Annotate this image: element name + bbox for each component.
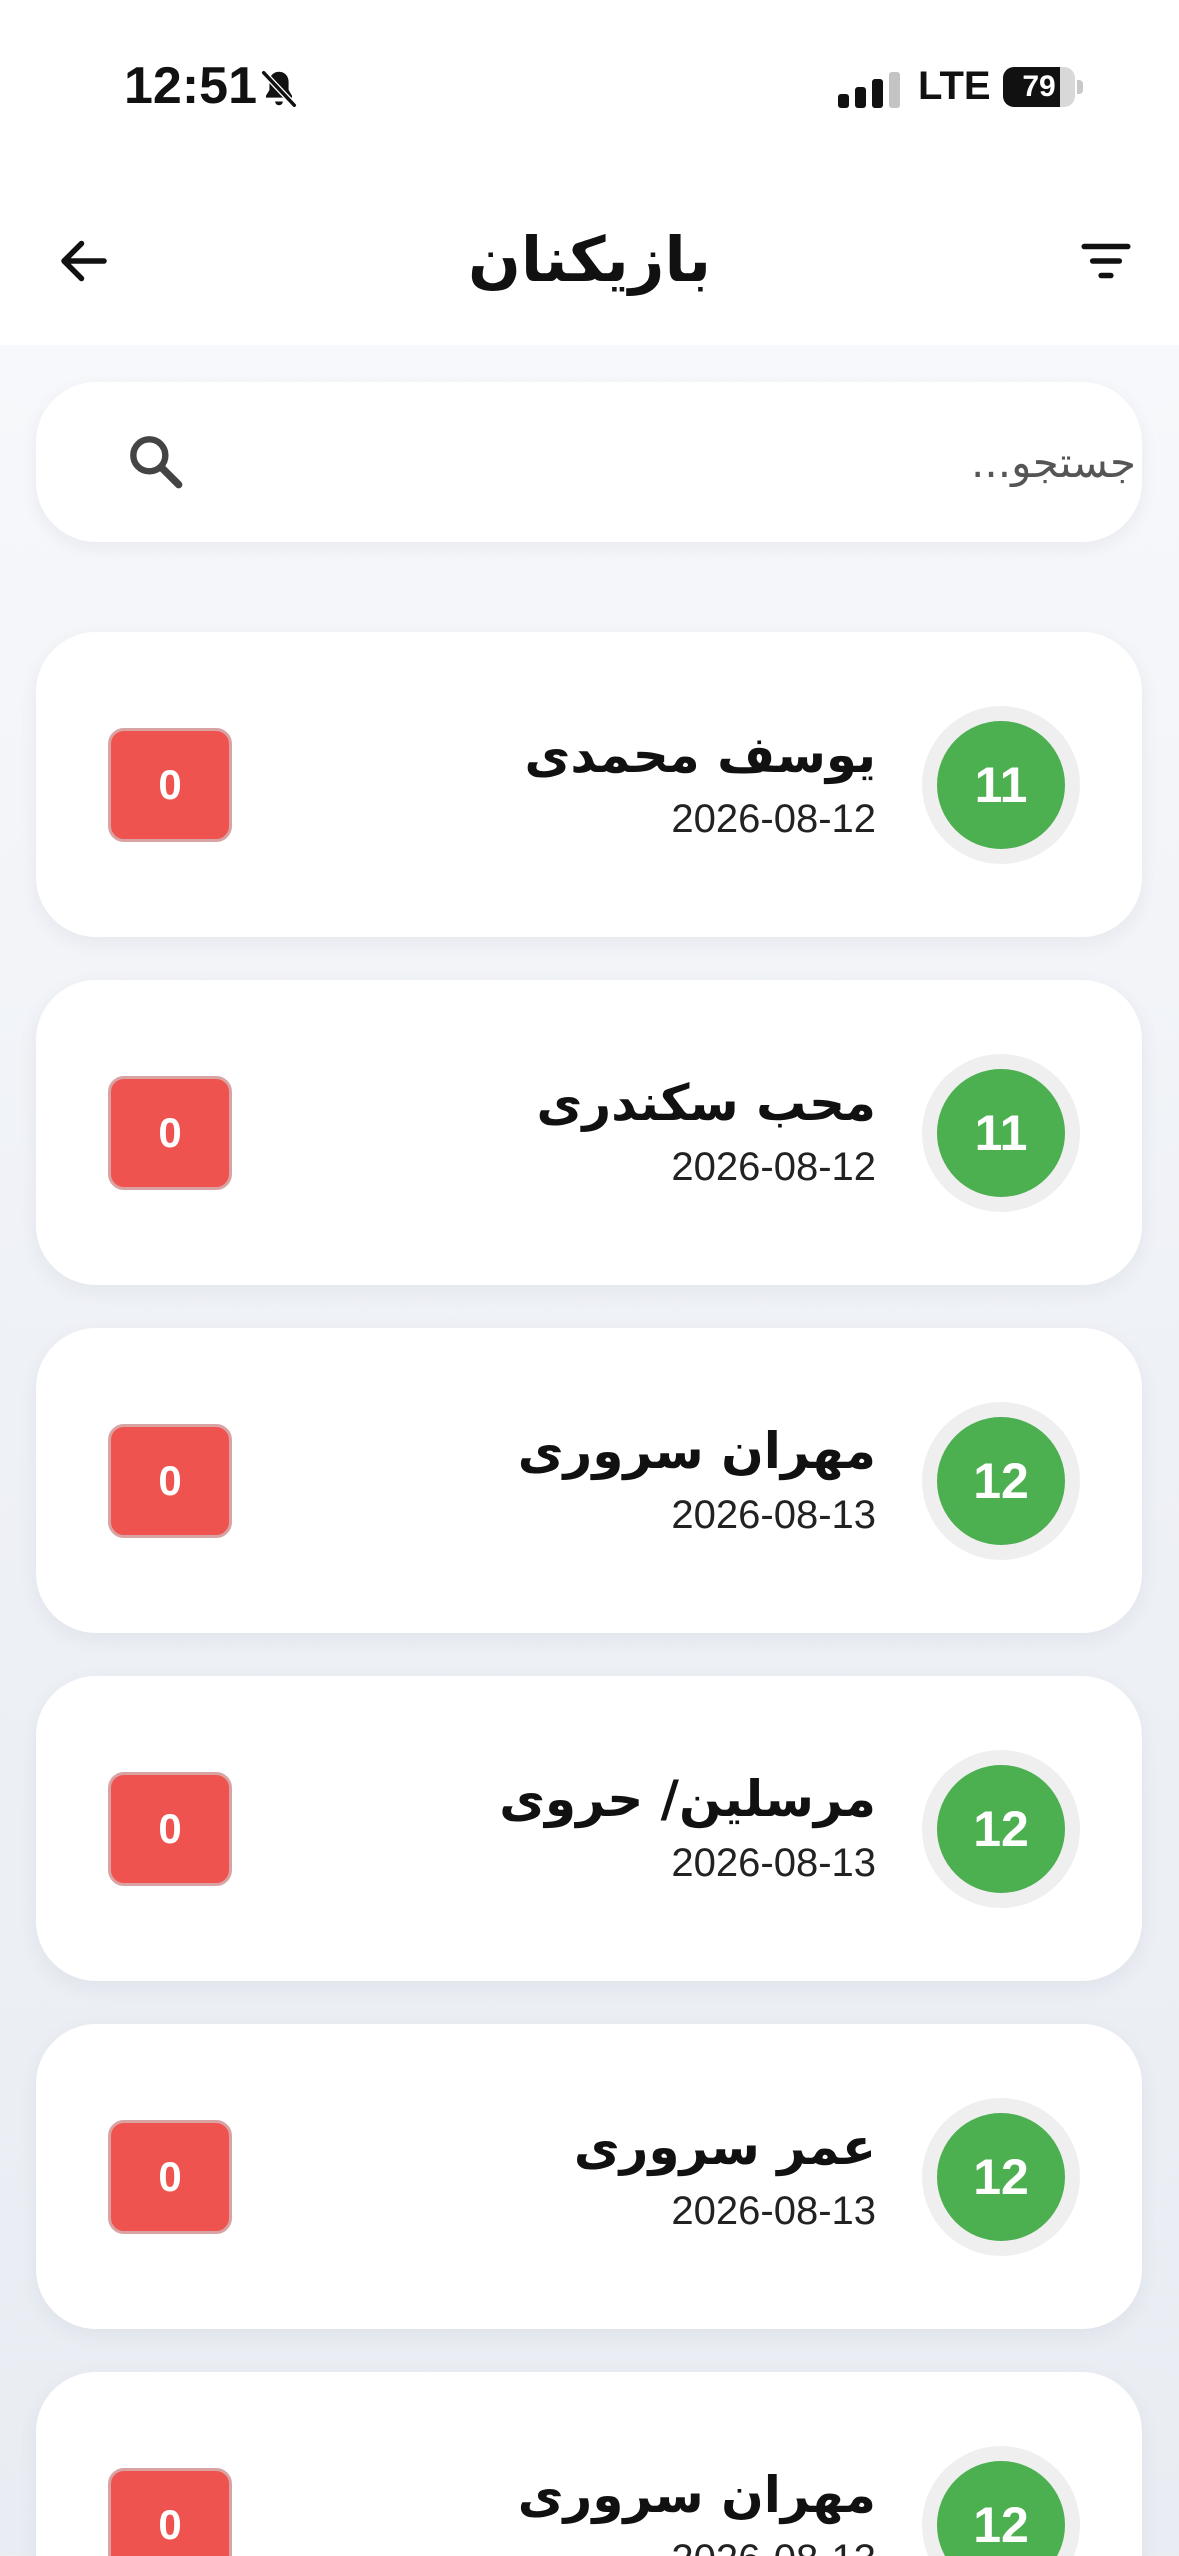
search-bar [36,382,1142,542]
status-bar: 12:51 LTE 79 [0,0,1179,175]
player-name: عمر سروری [573,2118,876,2176]
battery-level: 79 [1022,70,1056,103]
search-input[interactable] [216,422,1136,502]
score-badge[interactable]: 0 [108,2468,232,2556]
app-header: بازیکنان [0,175,1179,345]
signal-strength-icon [838,72,900,108]
player-name: مهران سروری [517,2466,876,2524]
filter-icon [1081,243,1131,279]
jersey-number: 12 [937,2113,1065,2241]
jersey-number: 12 [937,1417,1065,1545]
player-name: یوسف محمدی [524,726,876,784]
player-date: 2026-08-13 [671,1841,876,1885]
player-date: 2026-08-12 [671,797,876,841]
player-card[interactable]: 0 محب سکندری 2026-08-12 11 [36,980,1142,1285]
player-date: 2026-08-13 [671,2189,876,2233]
player-name: محب سکندری [536,1074,876,1132]
jersey-number-badge: 12 [922,1750,1080,1908]
jersey-number-badge: 11 [922,706,1080,864]
filter-button[interactable] [1070,225,1142,297]
player-card[interactable]: 0 مهران سروری 2026-08-13 12 [36,2372,1142,2556]
jersey-number-badge: 12 [922,2098,1080,2256]
jersey-number-badge: 12 [922,1402,1080,1560]
score-badge[interactable]: 0 [108,2120,232,2234]
player-date: 2026-08-12 [671,1145,876,1189]
score-badge[interactable]: 0 [108,728,232,842]
player-date: 2026-08-13 [376,2534,876,2556]
arrow-left-icon [61,240,107,282]
score-badge[interactable]: 0 [108,1076,232,1190]
score-badge[interactable]: 0 [108,1424,232,1538]
page-title: بازیکنان [467,223,712,296]
search-icon[interactable] [124,430,188,494]
battery-tip [1077,80,1083,94]
jersey-number: 11 [937,721,1065,849]
player-date: 2026-08-13 [671,1493,876,1537]
back-button[interactable] [48,225,120,297]
network-type: LTE [918,64,991,108]
player-card[interactable]: 0 یوسف محمدی 2026-08-12 11 [36,632,1142,937]
player-name: مرسلین/ حروی [499,1770,876,1828]
status-time: 12:51 [124,57,257,115]
battery-indicator: 79 [1003,67,1083,107]
jersey-number-badge: 11 [922,1054,1080,1212]
bell-slash-icon [260,69,298,109]
score-badge[interactable]: 0 [108,1772,232,1886]
player-card[interactable]: 0 مرسلین/ حروی 2026-08-13 12 [36,1676,1142,1981]
jersey-number: 12 [937,1765,1065,1893]
jersey-number: 12 [937,2461,1065,2556]
player-name: مهران سروری [517,1422,876,1480]
jersey-number: 11 [937,1069,1065,1197]
player-card[interactable]: 0 عمر سروری 2026-08-13 12 [36,2024,1142,2329]
jersey-number-badge: 12 [922,2446,1080,2556]
player-card[interactable]: 0 مهران سروری 2026-08-13 12 [36,1328,1142,1633]
